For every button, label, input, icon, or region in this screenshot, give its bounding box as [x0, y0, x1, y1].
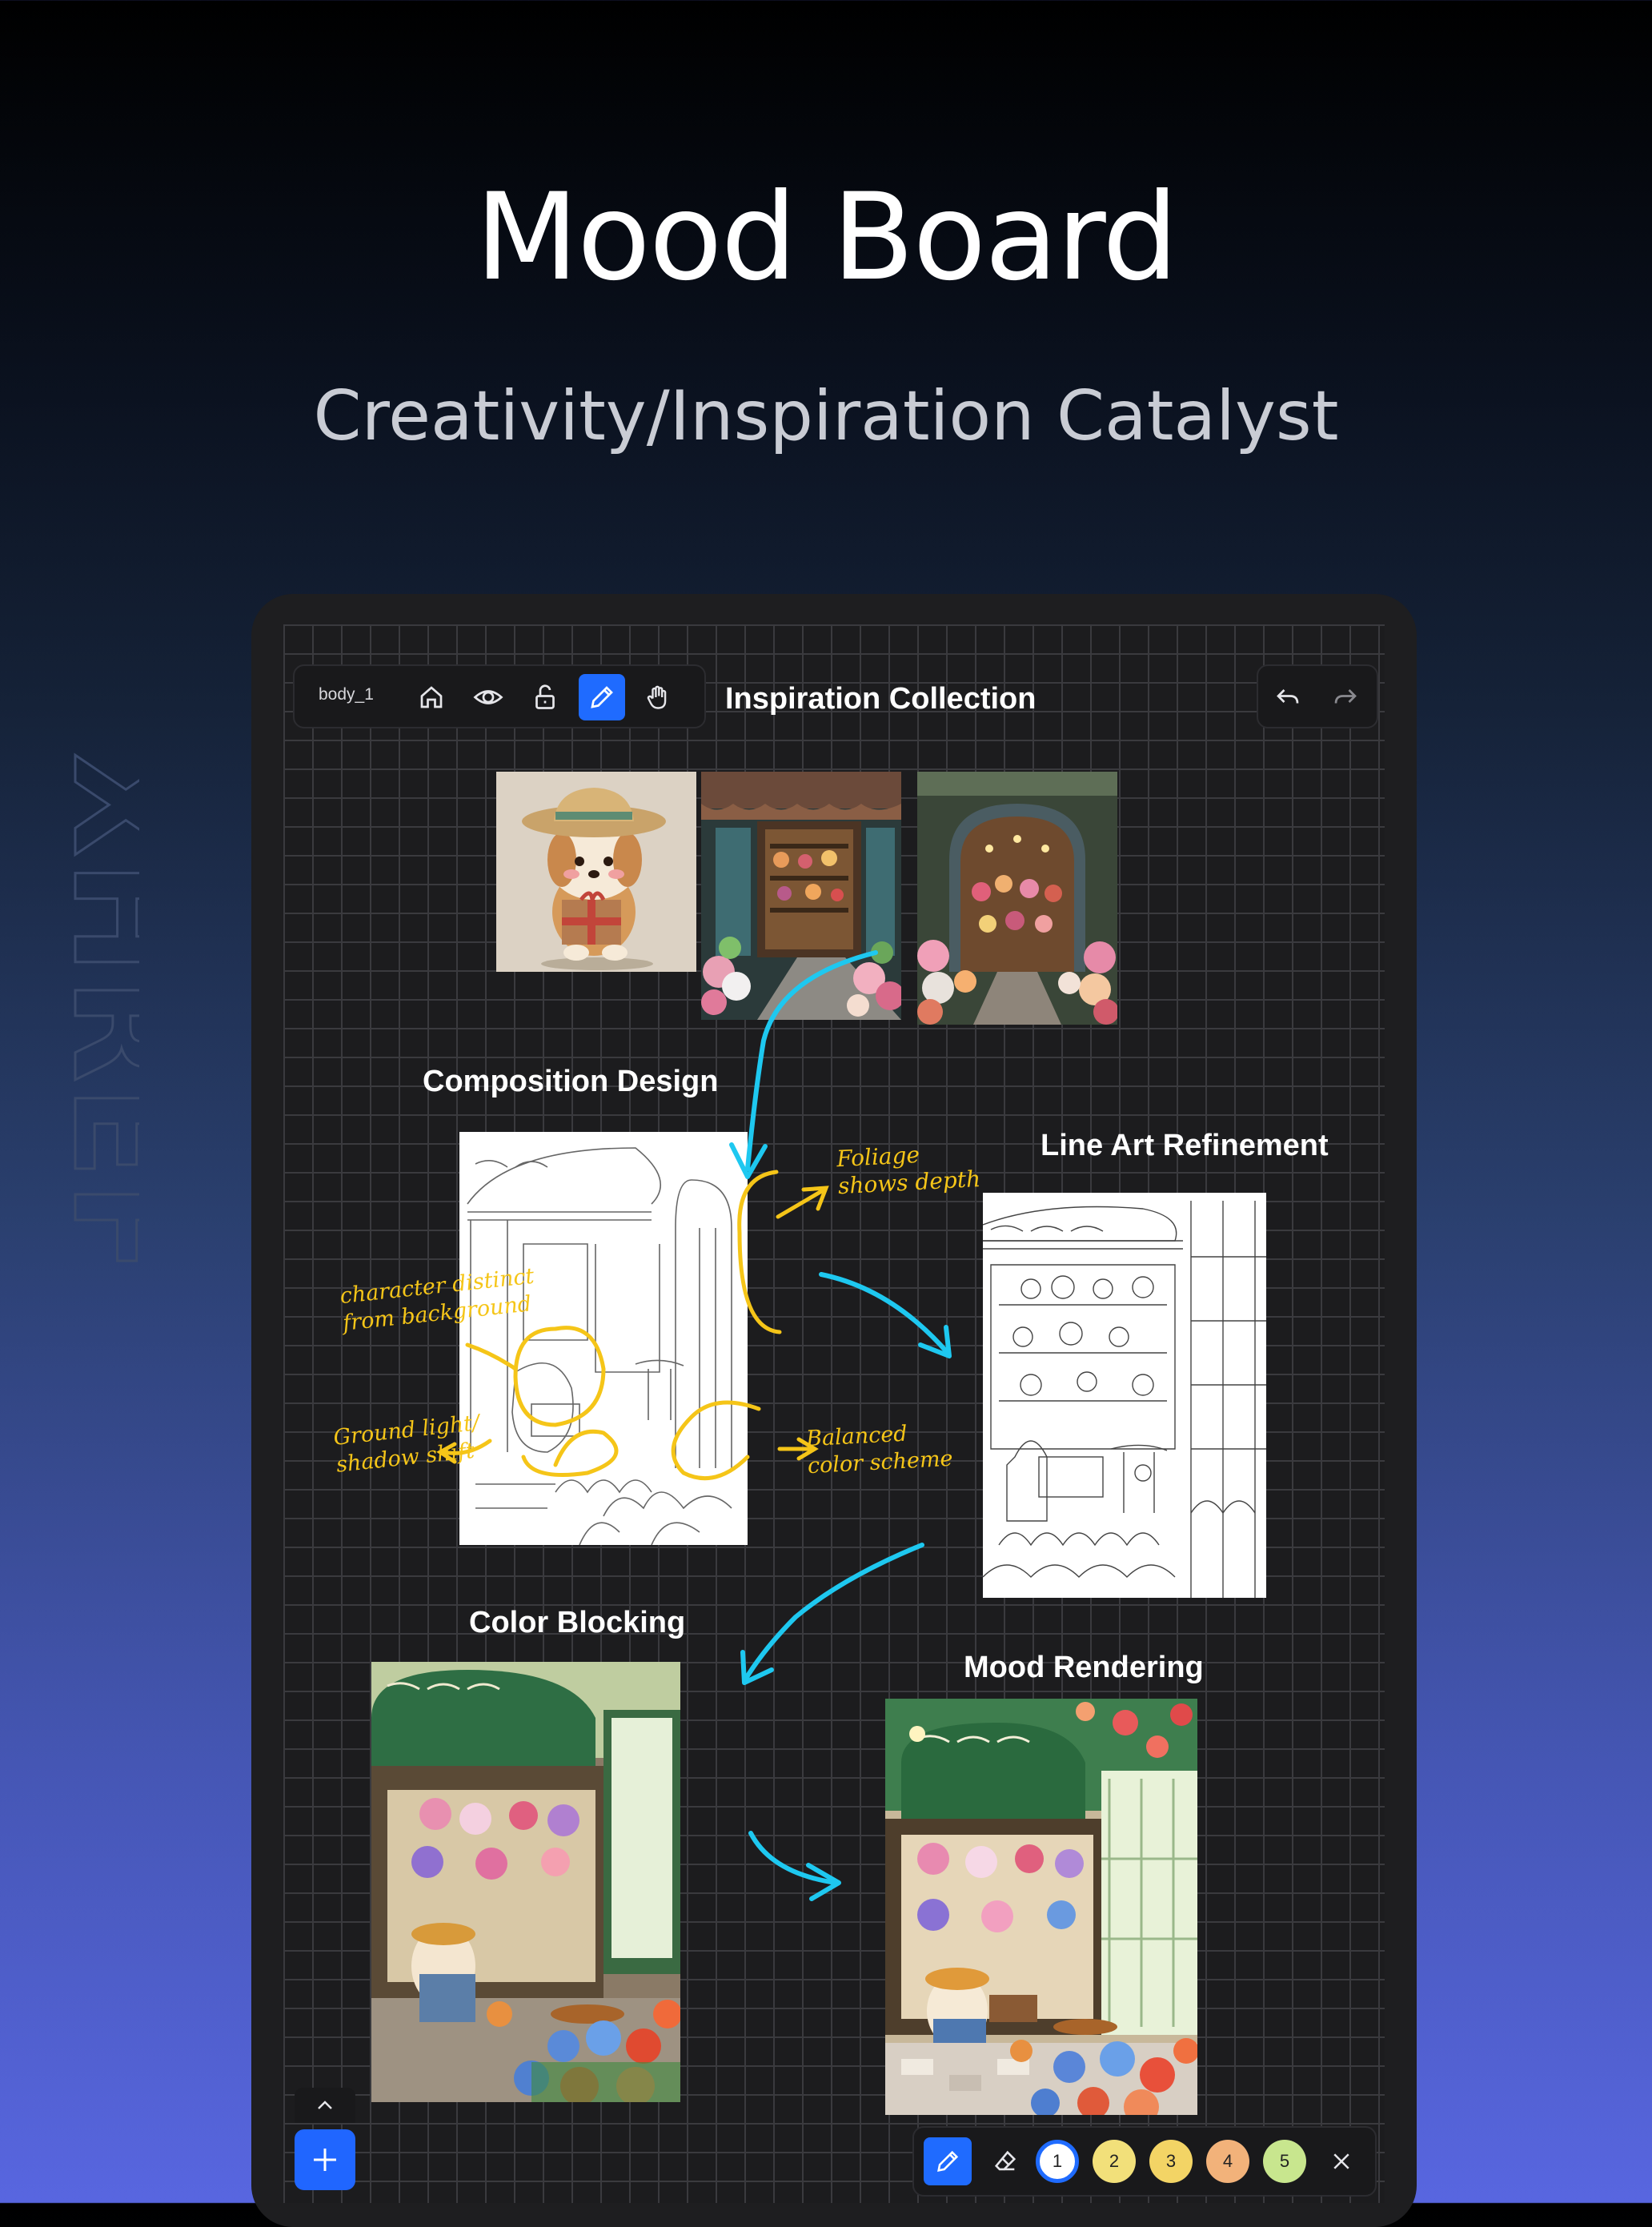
eraser-icon[interactable]: [981, 2137, 1029, 2185]
hero-subtitle: Creativity/Inspiration Catalyst: [313, 376, 1339, 456]
color-swatch-2[interactable]: 2: [1093, 2140, 1136, 2183]
circle-character: [513, 1326, 606, 1427]
pen-icon[interactable]: [924, 2137, 972, 2185]
watermark-logo: XHREF: [42, 752, 140, 1279]
annotation-foliage: Foliage shows depth: [836, 1141, 981, 1200]
canvas[interactable]: body_1 Inspiration Collection Compositio…: [283, 624, 1385, 2203]
add-button[interactable]: [295, 2129, 355, 2190]
circle-balanced: [671, 1400, 761, 1481]
pen-toolbar: 12345: [912, 2126, 1377, 2197]
line-character-pointer: [465, 1342, 518, 1371]
color-swatch-3[interactable]: 3: [1149, 2140, 1193, 2183]
annotation-balanced: Balanced color scheme: [805, 1421, 954, 1479]
color-swatch-5[interactable]: 5: [1263, 2140, 1306, 2183]
bracket-foliage: [737, 1170, 782, 1334]
scribble-ground: [521, 1429, 619, 1477]
color-swatch-4[interactable]: 4: [1206, 2140, 1249, 2183]
color-swatch-1[interactable]: 1: [1036, 2140, 1079, 2183]
close-icon[interactable]: [1317, 2137, 1365, 2185]
hero-title: Mood Board: [475, 168, 1179, 307]
plus-icon: [314, 2149, 336, 2171]
arrow-foliage: [776, 1186, 829, 1219]
chevron-up-icon: [318, 2101, 332, 2109]
svg-text:XHREF: XHREF: [42, 752, 139, 1278]
expand-button[interactable]: [295, 2088, 355, 2123]
